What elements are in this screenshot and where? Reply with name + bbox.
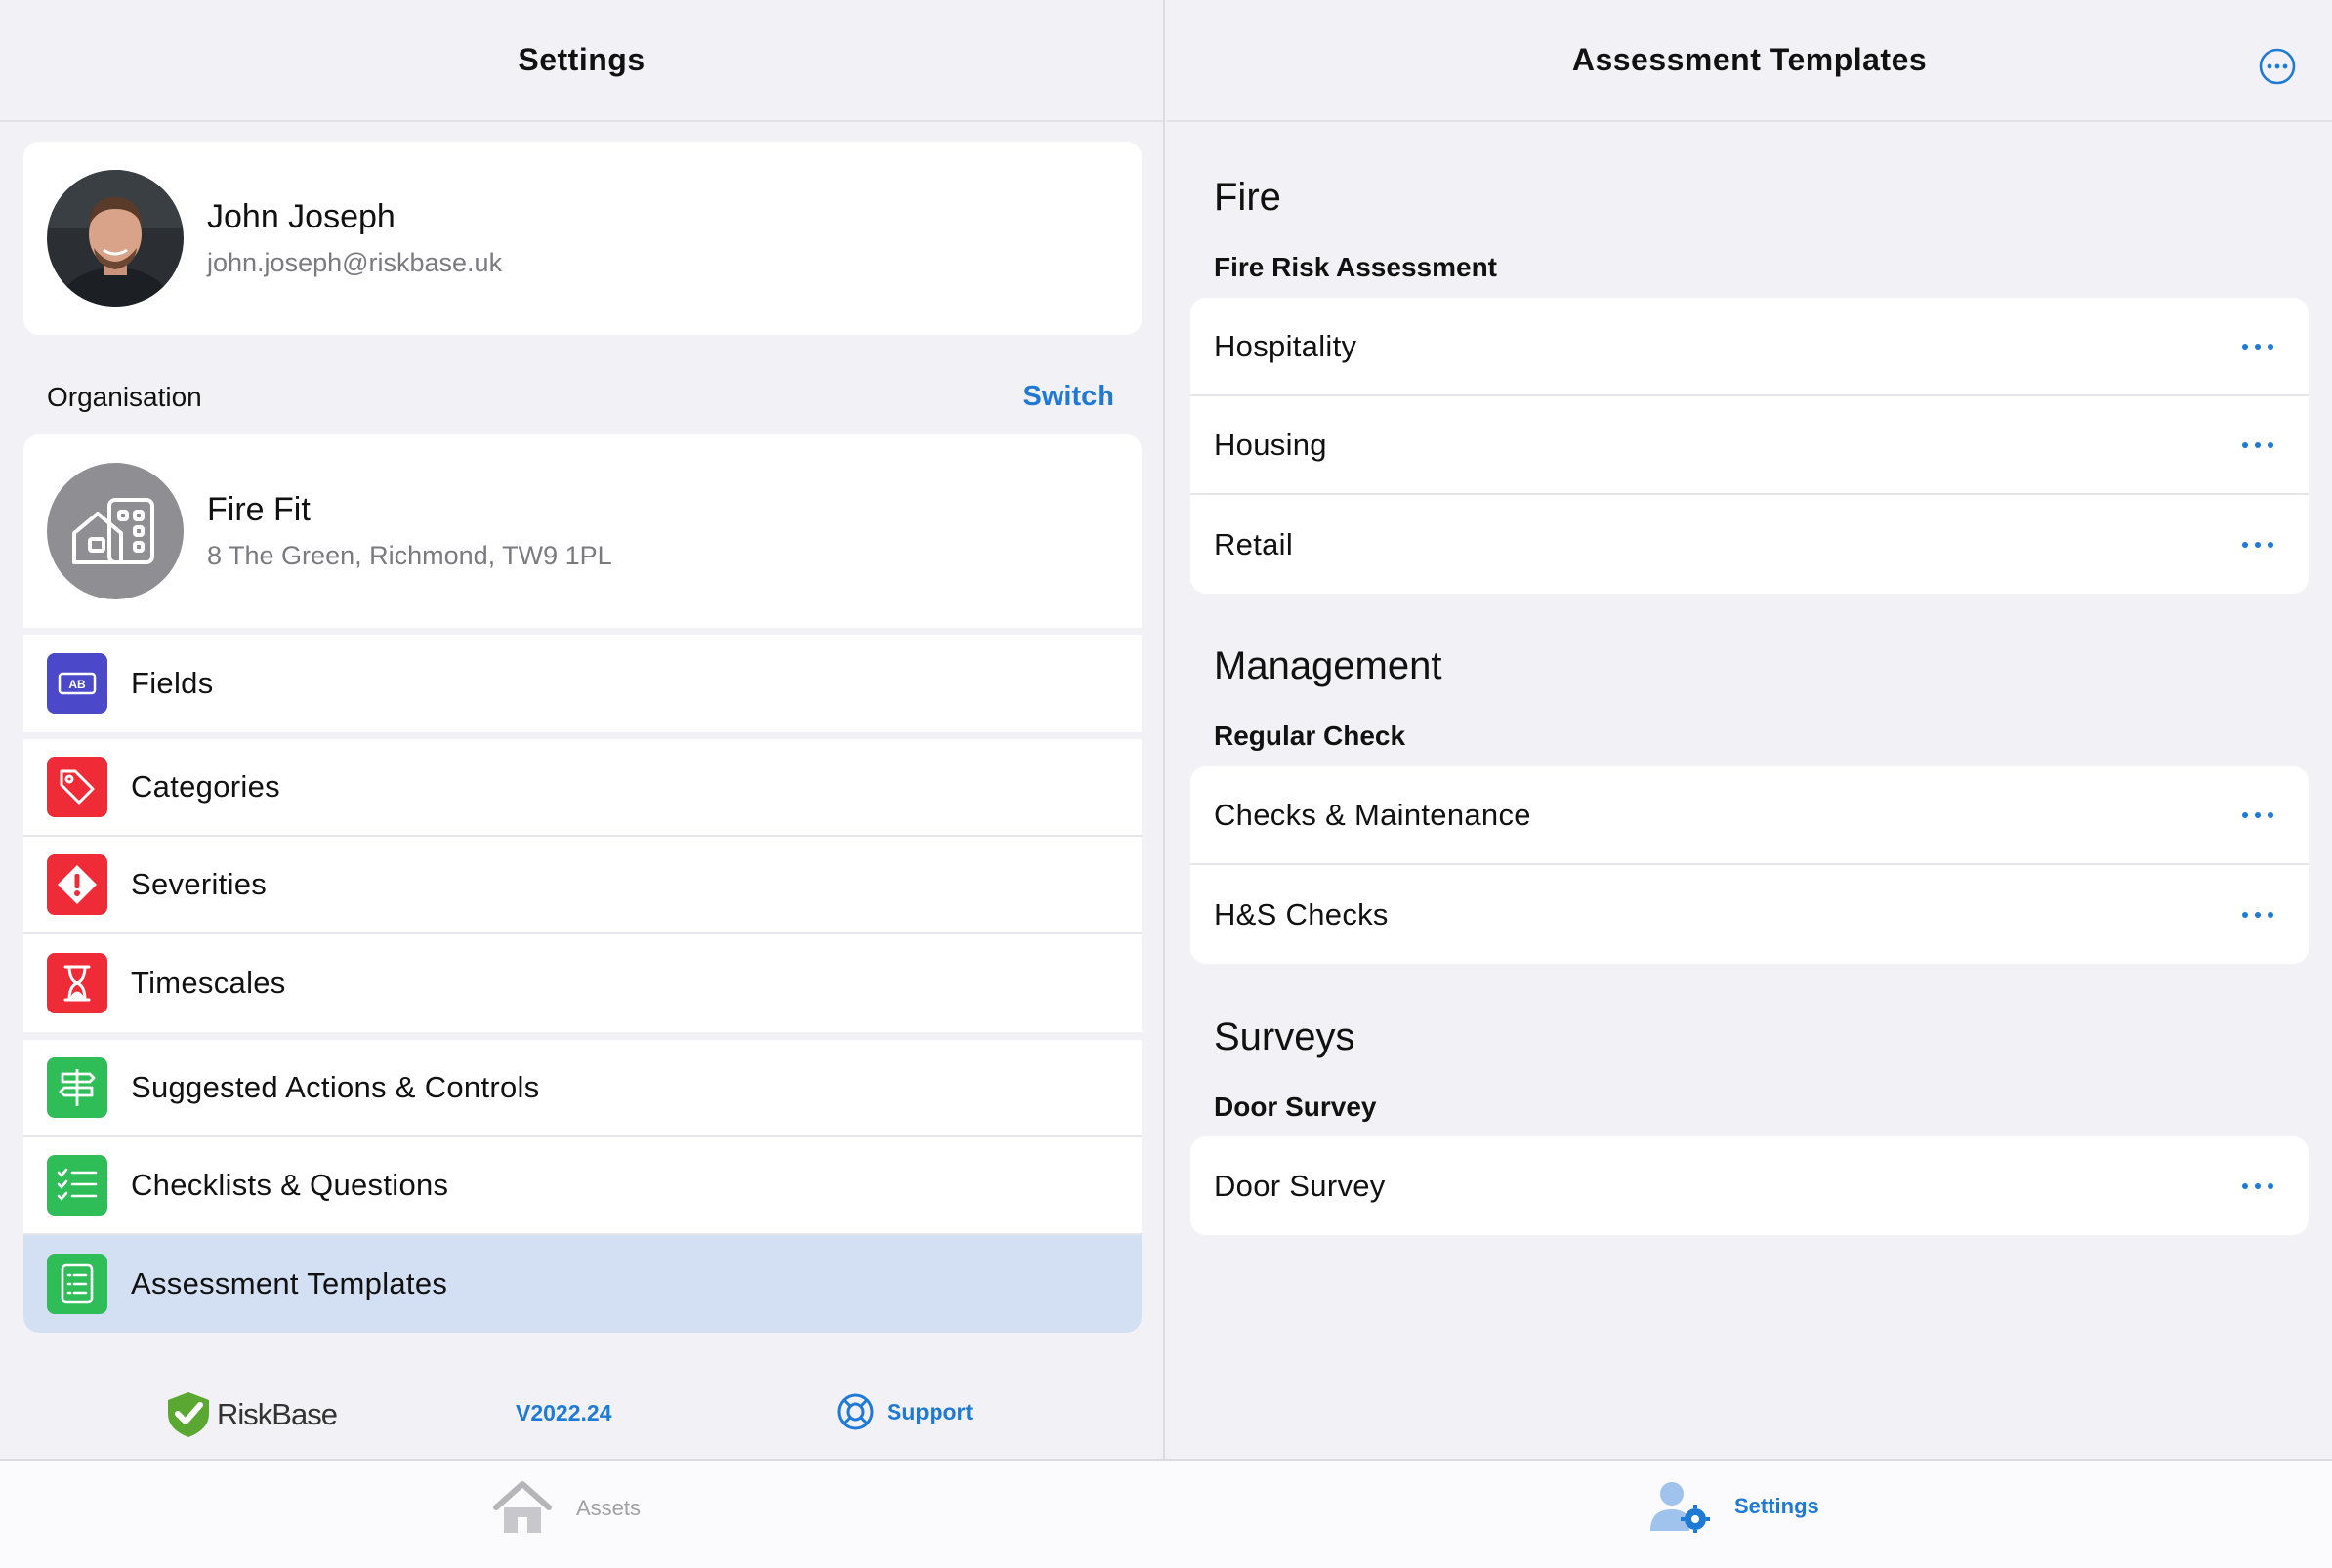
more-options-icon[interactable] xyxy=(2232,902,2283,928)
template-label: Housing xyxy=(1214,427,1327,462)
template-row-housing[interactable]: Housing xyxy=(1190,396,2309,495)
switch-organisation-button[interactable]: Switch xyxy=(1023,381,1114,413)
template-label: Retail xyxy=(1214,526,1294,561)
menu-item-label: Suggested Actions & Controls xyxy=(131,1070,540,1104)
tab-bar: Assets Settings xyxy=(0,1459,2332,1568)
tab-settings[interactable]: Settings xyxy=(1650,1480,1819,1533)
section-subtitle-surveys: Door Survey xyxy=(1214,1092,1377,1122)
organisation-address: 8 The Green, Richmond, TW9 1PL xyxy=(207,541,612,570)
tab-label: Assets xyxy=(576,1496,642,1520)
template-row-hospitality[interactable]: Hospitality xyxy=(1190,298,2309,396)
lifebuoy-icon xyxy=(837,1393,874,1430)
section-subtitle-management: Regular Check xyxy=(1214,721,1406,751)
menu-item-timescales[interactable]: Timescales xyxy=(23,934,1142,1032)
template-list-icon xyxy=(47,1254,107,1314)
template-label: Checks & Maintenance xyxy=(1214,797,1531,832)
profile-name: John Joseph xyxy=(207,198,396,235)
svg-text:AB: AB xyxy=(68,678,86,691)
template-row-door-survey[interactable]: Door Survey xyxy=(1190,1136,2309,1235)
more-options-icon[interactable] xyxy=(2232,334,2283,359)
organisation-header: Organisation Switch xyxy=(47,381,1114,413)
checklist-icon xyxy=(47,1155,107,1216)
templates-title: Assessment Templates xyxy=(1571,42,1928,77)
menu-group-content: Suggested Actions & Controls Checklists … xyxy=(23,1040,1142,1333)
template-label: Door Survey xyxy=(1214,1168,1386,1203)
user-gear-icon xyxy=(1650,1482,1710,1533)
profile-card[interactable]: John Joseph john.joseph@riskbase.uk xyxy=(23,142,1142,335)
menu-group-fields: AB Fields xyxy=(23,635,1142,732)
tag-icon xyxy=(47,757,107,817)
avatar xyxy=(47,170,184,307)
hourglass-icon xyxy=(47,953,107,1013)
text-field-icon: AB xyxy=(47,653,107,714)
warning-diamond-icon xyxy=(47,854,107,915)
menu-group-classification: Categories Severities Timescales xyxy=(23,739,1142,1032)
settings-footer: RiskBase V2022.24 Support xyxy=(0,1377,1165,1455)
riskbase-logo: RiskBase xyxy=(166,1390,338,1439)
assessment-templates-pane: Assessment Templates Fire Fire Risk Asse… xyxy=(1167,0,2332,1459)
section-subtitle-fire: Fire Risk Assessment xyxy=(1214,252,1497,282)
profile-email: john.joseph@riskbase.uk xyxy=(207,248,503,277)
template-row-retail[interactable]: Retail xyxy=(1190,495,2309,594)
house-icon xyxy=(493,1481,552,1533)
menu-item-assessment-templates[interactable]: Assessment Templates xyxy=(23,1235,1142,1333)
section-title-management: Management xyxy=(1214,644,1442,687)
menu-item-checklists[interactable]: Checklists & Questions xyxy=(23,1137,1142,1235)
section-title-surveys: Surveys xyxy=(1214,1015,1355,1058)
logo-text: RiskBase xyxy=(217,1397,338,1431)
menu-item-label: Fields xyxy=(131,666,214,700)
menu-item-label: Checklists & Questions xyxy=(131,1168,449,1202)
app-version: V2022.24 xyxy=(516,1400,612,1425)
settings-pane: Settings John Joseph john.joseph@riskbas… xyxy=(0,0,1165,1459)
template-group-fire: Hospitality Housing Retail xyxy=(1190,298,2309,594)
more-options-icon[interactable] xyxy=(2232,1174,2283,1199)
more-options-icon[interactable] xyxy=(2232,532,2283,557)
menu-item-severities[interactable]: Severities xyxy=(23,837,1142,934)
menu-item-fields[interactable]: AB Fields xyxy=(23,635,1142,732)
shield-check-icon xyxy=(168,1392,209,1437)
template-group-management: Checks & Maintenance H&S Checks xyxy=(1190,766,2309,964)
template-row-checks-maintenance[interactable]: Checks & Maintenance xyxy=(1190,766,2309,865)
signpost-icon xyxy=(47,1057,107,1118)
template-group-surveys: Door Survey xyxy=(1190,1136,2309,1235)
ellipsis-circle-icon[interactable] xyxy=(2258,47,2297,91)
organisation-name: Fire Fit xyxy=(207,491,311,528)
menu-item-categories[interactable]: Categories xyxy=(23,739,1142,837)
page-title: Settings xyxy=(518,42,645,77)
template-row-hs-checks[interactable]: H&S Checks xyxy=(1190,865,2309,964)
support-link[interactable]: Support xyxy=(836,1392,973,1431)
menu-item-label: Severities xyxy=(131,867,268,901)
tab-label: Settings xyxy=(1734,1494,1819,1518)
more-options-icon[interactable] xyxy=(2232,803,2283,828)
more-options-icon[interactable] xyxy=(2232,433,2283,458)
menu-item-label: Timescales xyxy=(131,966,286,1000)
template-label: H&S Checks xyxy=(1214,896,1389,931)
menu-item-label: Categories xyxy=(131,769,280,804)
templates-header: Assessment Templates xyxy=(1167,0,2332,122)
template-label: Hospitality xyxy=(1214,328,1357,363)
organisation-card[interactable]: Fire Fit 8 The Green, Richmond, TW9 1PL xyxy=(23,434,1142,628)
support-label: Support xyxy=(887,1398,974,1424)
settings-header: Settings xyxy=(0,0,1163,122)
organisation-label: Organisation xyxy=(47,381,202,412)
menu-item-label: Assessment Templates xyxy=(131,1266,448,1300)
tab-assets[interactable]: Assets xyxy=(492,1480,641,1537)
building-icon xyxy=(47,463,184,599)
menu-item-suggested-actions[interactable]: Suggested Actions & Controls xyxy=(23,1040,1142,1137)
section-title-fire: Fire xyxy=(1214,176,1281,219)
